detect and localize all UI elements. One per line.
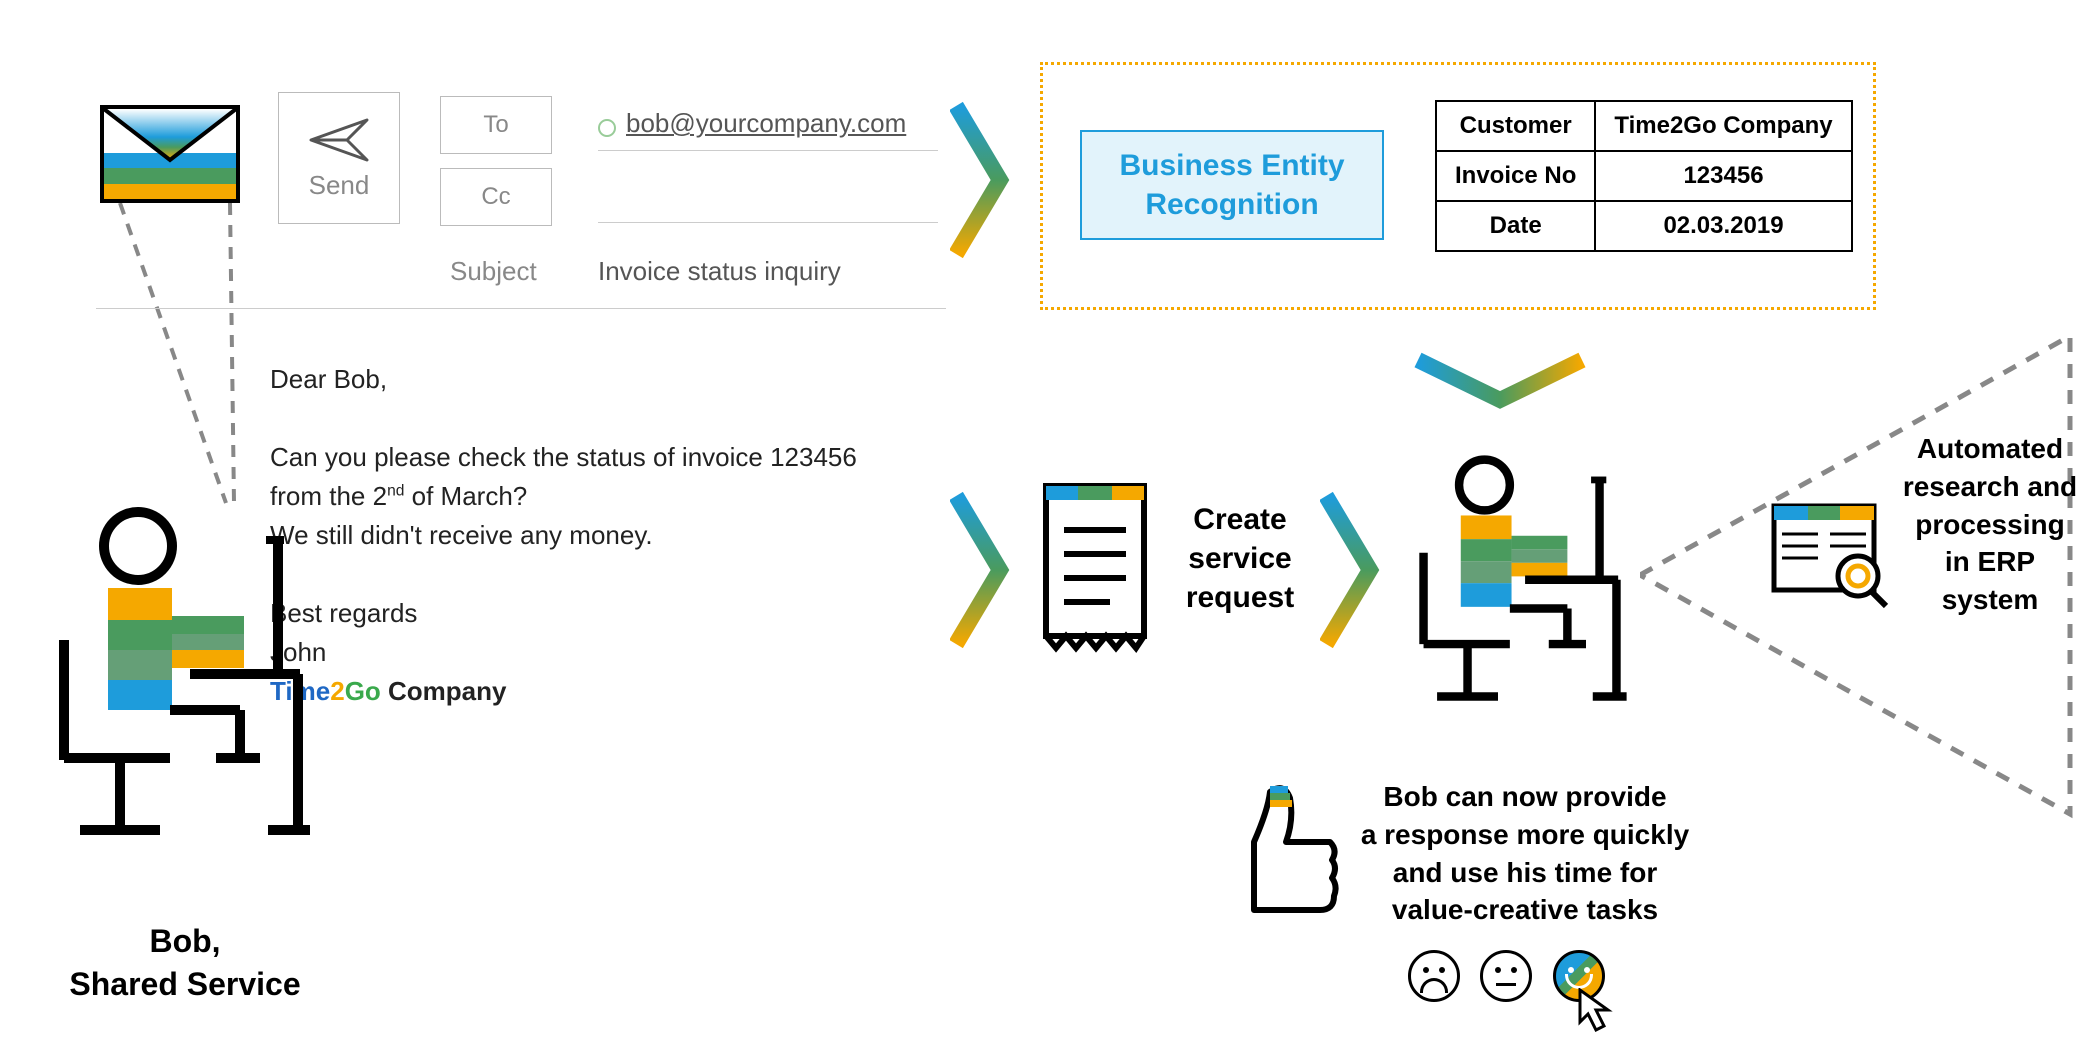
erp-label: Automatedresearch andprocessingin ERPsys… [1890,430,2083,619]
chevron-right-icon [1320,490,1380,650]
extracted-data-table: CustomerTime2Go Company Invoice No123456… [1435,100,1853,252]
send-button[interactable]: Send [278,92,400,224]
thumbs-up-icon [1220,780,1340,920]
body-close: Best regards [270,594,890,633]
neutral-face-icon [1480,950,1532,1002]
table-cell: Time2Go Company [1595,101,1851,151]
benefit-label: Bob can now providea response more quick… [1340,778,1710,929]
person-at-desk-icon [50,500,310,900]
send-label: Send [309,170,370,201]
paper-plane-icon [309,116,369,164]
body-line2: from the 2nd of March? [270,477,890,516]
table-header: Invoice No [1436,151,1595,201]
divider [598,222,938,223]
table-cell: 123456 [1595,151,1851,201]
chevron-right-icon [950,100,1010,260]
envelope-icon [100,105,240,203]
body-line3: We still didn't receive any money. [270,516,890,555]
chevron-right-icon [950,490,1010,650]
table-cell: 02.03.2019 [1595,201,1851,251]
table-header: Customer [1436,101,1595,151]
body-line1: Can you please check the status of invoi… [270,438,890,477]
to-field[interactable]: bob@yourcompany.com [598,108,906,139]
divider [96,308,946,309]
receipt-icon [1040,480,1150,660]
persona-label: Bob,Shared Service [30,920,340,1006]
erp-document-icon [1770,502,1890,612]
to-value: bob@yourcompany.com [626,108,906,138]
email-body[interactable]: Dear Bob, Can you please check the statu… [270,360,890,711]
speech-connector-icon [100,203,270,513]
sad-face-icon [1408,950,1460,1002]
person-at-desk-icon [1410,450,1630,740]
ber-box: Business EntityRecognition [1080,130,1384,240]
create-request-label: Createservicerequest [1160,500,1320,617]
table-header: Date [1436,201,1595,251]
cursor-icon [1576,988,1616,1032]
divider [598,150,938,151]
body-greeting: Dear Bob, [270,360,890,399]
subject-field[interactable]: Invoice status inquiry [598,256,841,287]
body-sign: John [270,633,890,672]
to-button[interactable]: To [440,96,552,154]
cc-button[interactable]: Cc [440,168,552,226]
presence-icon [598,119,616,137]
subject-label: Subject [450,256,537,287]
chevron-down-icon [1410,352,1590,412]
body-signature: Time2Go Company [270,672,890,711]
